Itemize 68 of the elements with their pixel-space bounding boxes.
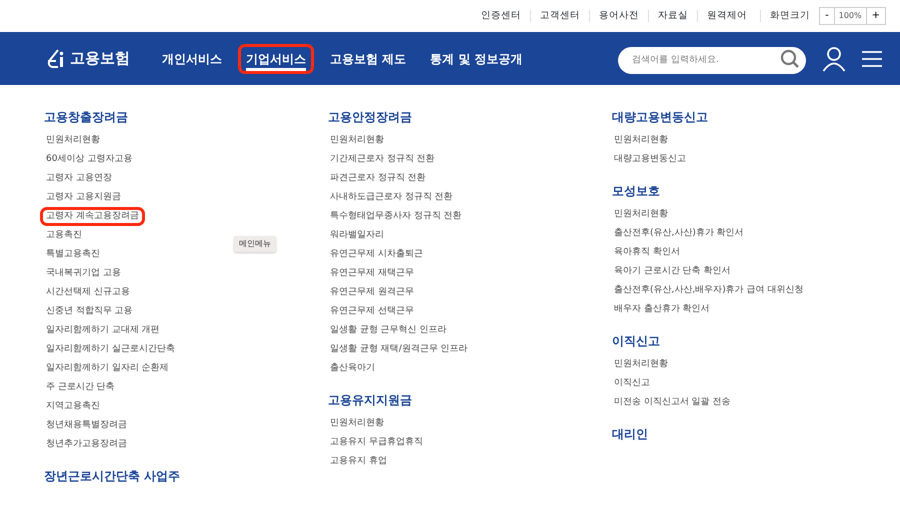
menu-link[interactable]: 민원처리현황 [608, 355, 674, 374]
nav-tab[interactable]: 통계 및 정보공개 [422, 44, 531, 74]
menu-link[interactable]: 특수형태업무종사자 정규직 전환 [324, 207, 468, 226]
menu-link[interactable]: 사내하도급근로자 정규직 전환 [324, 188, 459, 207]
menu-link[interactable]: 청년추가고용장려금 [40, 435, 133, 454]
menu-icon[interactable] [862, 50, 882, 68]
menu-link[interactable]: 청년채용특별장려금 [40, 416, 133, 435]
menu-link[interactable]: 민원처리현황 [608, 131, 674, 150]
utility-link[interactable]: 원격제어 [697, 10, 756, 22]
menu-link[interactable]: 유연근무제 시차출퇴근 [324, 245, 429, 264]
menu-link[interactable]: 고용유지 휴업 [324, 452, 393, 471]
menu-link[interactable]: 고용촉진 [40, 226, 88, 245]
menu-link[interactable]: 일자리함께하기 실근로시간단축 [40, 340, 181, 359]
menu-link[interactable]: 파견근로자 정규직 전환 [324, 169, 432, 188]
menu-link[interactable]: 이직신고 [608, 374, 656, 393]
menu-group-title: 이직신고 [612, 333, 661, 349]
menu-link[interactable]: 시간선택제 신규고용 [40, 283, 136, 302]
menu-link[interactable]: 출산전후(유산,사산)휴가 확인서 [608, 224, 750, 243]
menu-group-title: 대리인 [612, 426, 649, 442]
search-field[interactable]: 검색어를 입력하세요. [618, 46, 806, 74]
menu-link[interactable]: 배우자 출산휴가 확인서 [608, 300, 716, 319]
menu-link[interactable]: 일생활 균형 재택/원격근무 인프라 [324, 340, 474, 359]
menu-link[interactable]: 고용유지 무급휴업휴직 [324, 433, 429, 452]
menu-link[interactable]: 유연근무제 원격근무 [324, 283, 420, 302]
zoom-label: 화면크기 [760, 10, 820, 22]
menu-link[interactable]: 유연근무제 재택근무 [324, 264, 420, 283]
menu-link[interactable]: 고령자 고용지원금 [40, 188, 127, 207]
menu-group-title: 고용유지지원금 [328, 392, 413, 408]
menu-link[interactable]: 특별고용촉진 [40, 245, 106, 264]
menu-link[interactable]: 기간제근로자 정규직 전환 [324, 150, 441, 169]
menu-link[interactable]: 고령자 고용연장 [40, 169, 118, 188]
menu-link[interactable]: 대량고용변동신고 [608, 150, 692, 169]
menu-link[interactable]: 유연근무제 선택근무 [324, 302, 420, 321]
menu-group-title: 고용창출장려금 [44, 109, 129, 125]
user-icon[interactable] [822, 46, 846, 72]
menu-group-title: 모성보호 [612, 183, 661, 199]
menu-link[interactable]: 육아기 근로시간 단축 확인서 [608, 262, 737, 281]
menu-link[interactable]: 민원처리현황 [608, 205, 674, 224]
menu-link[interactable]: 일자리함께하기 일자리 순환제 [40, 359, 175, 378]
utility-link[interactable]: 고객센터 [530, 10, 590, 22]
menu-link[interactable]: 워라밸일자리 [324, 226, 390, 245]
menu-link[interactable]: 60세이상 고령자고용 [40, 150, 138, 169]
menu-link[interactable]: 일생활 균형 근무혁신 인프라 [324, 321, 453, 340]
menu-link[interactable]: 신중년 적합직무 고용 [40, 302, 139, 321]
utility-link[interactable]: 인증센터 [472, 10, 530, 22]
logo-text[interactable]: 고용보험 [70, 47, 130, 70]
menu-link[interactable]: 미전송 이직신고서 일괄 전송 [608, 393, 737, 412]
search-icon[interactable] [780, 49, 800, 69]
menu-link[interactable]: 육아휴직 확인서 [608, 243, 686, 262]
menu-link[interactable]: 일자리함께하기 교대제 개편 [40, 321, 166, 340]
menu-link[interactable]: 지역고용촉진 [40, 397, 106, 416]
nav-tab[interactable]: 고용보험 제도 [322, 44, 414, 74]
menu-link[interactable]: 민원처리현황 [40, 131, 106, 150]
menu-link[interactable]: 민원처리현황 [324, 131, 390, 150]
nav-tab[interactable]: 개인서비스 [154, 44, 230, 74]
utility-link[interactable]: 용어사전 [589, 10, 648, 22]
tooltip: 메인메뉴 [234, 236, 276, 252]
nav-tab[interactable]: 기업서비스 [238, 44, 314, 74]
menu-link[interactable]: 출산전후(유산,사산,배우자)휴가 급여 대위신청 [608, 281, 810, 300]
menu-link[interactable]: 국내복귀기업 고용 [40, 264, 127, 283]
menu-group-title: 장년근로시간단축 사업주 [44, 468, 182, 484]
menu-link[interactable]: 출산육아기 [324, 359, 381, 378]
menu-link[interactable]: 민원처리현황 [324, 414, 390, 433]
menu-link[interactable]: 고령자 계속고용장려금 [40, 207, 145, 226]
menu-group-title: 고용안정장려금 [328, 109, 413, 125]
menu-link[interactable]: 주 근로시간 단축 [40, 378, 121, 397]
menu-group-title: 대량고용변동신고 [612, 109, 709, 125]
utility-link[interactable]: 자료실 [648, 10, 698, 22]
